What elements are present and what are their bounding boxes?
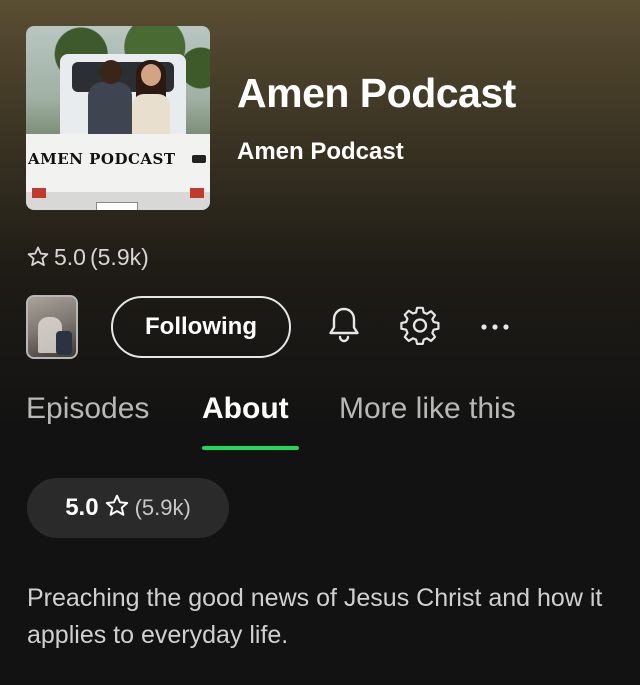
podcast-title: Amen Podcast bbox=[237, 70, 516, 116]
following-button[interactable]: Following bbox=[111, 296, 291, 358]
action-bar: Following bbox=[0, 295, 640, 359]
settings-button[interactable] bbox=[398, 305, 442, 349]
rating-count: (5.9k) bbox=[89, 243, 149, 270]
star-outline-icon bbox=[26, 245, 50, 269]
tab-about[interactable]: About bbox=[202, 392, 289, 426]
tab-bar: Episodes About More like this bbox=[0, 392, 640, 452]
active-tab-indicator bbox=[202, 446, 299, 450]
more-dots-icon bbox=[480, 318, 510, 336]
rate-podcast-button[interactable]: 5.0 (5.9k) bbox=[27, 478, 229, 538]
rating-value: 5.0 bbox=[54, 243, 86, 270]
about-rating-value: 5.0 bbox=[65, 494, 99, 521]
podcast-publisher[interactable]: Amen Podcast bbox=[237, 138, 404, 166]
podcast-cover-art: AMEN PODCAST bbox=[26, 26, 210, 210]
cover-art-text: AMEN PODCAST bbox=[28, 150, 176, 168]
notifications-button[interactable] bbox=[324, 307, 364, 347]
podcast-page: AMEN PODCAST Amen Podcast Amen Podcast 5… bbox=[0, 0, 640, 685]
podcast-description: Preaching the good news of Jesus Christ … bbox=[27, 584, 603, 649]
more-options-button[interactable] bbox=[480, 307, 510, 347]
bell-icon bbox=[325, 305, 363, 350]
about-rating-count: (5.9k) bbox=[134, 495, 191, 520]
star-outline-icon bbox=[104, 493, 130, 524]
rating-summary[interactable]: 5.0 (5.9k) bbox=[26, 240, 149, 274]
tab-more-like-this[interactable]: More like this bbox=[339, 392, 516, 426]
gear-icon bbox=[399, 304, 441, 351]
episode-thumbnail[interactable] bbox=[26, 295, 78, 359]
tab-episodes[interactable]: Episodes bbox=[26, 392, 149, 426]
